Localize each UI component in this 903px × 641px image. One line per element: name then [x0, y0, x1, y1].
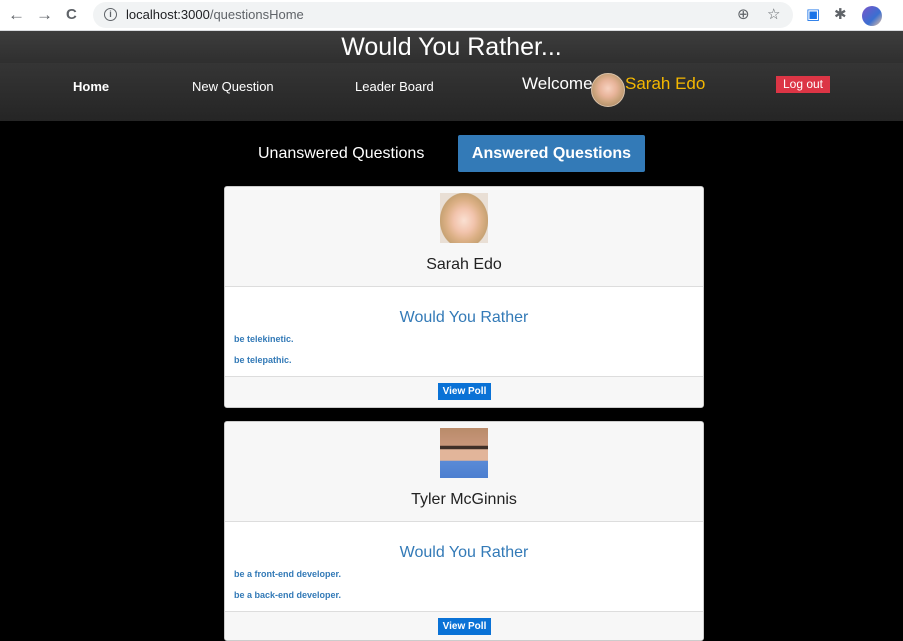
- url-text[interactable]: localhost:3000/questionsHome: [126, 7, 304, 22]
- tab-answered-questions[interactable]: Answered Questions: [458, 135, 645, 172]
- author-avatar: [440, 428, 488, 478]
- reload-icon[interactable]: C: [66, 6, 77, 24]
- view-poll-button[interactable]: View Poll: [438, 383, 491, 400]
- app-title-bar: Would You Rather...: [0, 31, 903, 63]
- author-avatar: [440, 193, 488, 243]
- zoom-icon[interactable]: ⊕: [737, 6, 750, 24]
- menu-icon[interactable]: ⋮: [896, 6, 903, 26]
- welcome-text: Welcome: [522, 74, 593, 93]
- option-two: be telepathic.: [234, 355, 292, 365]
- option-two: be a back-end developer.: [234, 590, 342, 600]
- card-footer: View Poll: [225, 611, 703, 640]
- card-header: Sarah Edo: [225, 187, 703, 287]
- navbar: Home New Question Leader Board Welcome S…: [0, 63, 903, 121]
- back-icon[interactable]: ←: [8, 6, 25, 24]
- nav-home-link[interactable]: Home: [73, 79, 109, 95]
- author-name: Tyler McGinnis: [411, 491, 517, 508]
- option-one: be a front-end developer.: [234, 569, 342, 579]
- option-one: be telekinetic.: [234, 334, 294, 344]
- url-path: /questionsHome: [209, 7, 304, 22]
- extensions-icon[interactable]: ✱: [834, 6, 847, 24]
- nav-new-question-link[interactable]: New Question: [192, 79, 274, 95]
- view-poll-button[interactable]: View Poll: [438, 618, 491, 635]
- card-footer: View Poll: [225, 376, 703, 407]
- nav-leader-board-link[interactable]: Leader Board: [355, 79, 434, 95]
- question-card: Tyler McGinnis Would You Rather be a fro…: [224, 421, 704, 641]
- would-you-rather-heading: Would You Rather: [399, 309, 529, 326]
- info-icon[interactable]: i: [104, 8, 117, 21]
- author-name: Sarah Edo: [426, 256, 502, 273]
- user-name: Sarah Edo: [625, 74, 706, 93]
- tab-unanswered-questions[interactable]: Unanswered Questions: [258, 135, 424, 172]
- app-title: Would You Rather...: [341, 33, 562, 61]
- browser-toolbar: ← → C i localhost:3000/questionsHome ⊕ ☆…: [0, 0, 903, 31]
- would-you-rather-heading: Would You Rather: [399, 544, 529, 561]
- logout-button[interactable]: Log out: [776, 76, 830, 93]
- forward-icon[interactable]: →: [36, 6, 53, 24]
- user-avatar: [591, 73, 625, 107]
- cast-icon[interactable]: ▣: [806, 6, 820, 24]
- card-header: Tyler McGinnis: [225, 422, 703, 522]
- star-icon[interactable]: ☆: [767, 6, 780, 24]
- profile-avatar-icon[interactable]: [862, 6, 882, 26]
- url-host: localhost:3000: [126, 7, 210, 22]
- question-card: Sarah Edo Would You Rather be telekineti…: [224, 186, 704, 408]
